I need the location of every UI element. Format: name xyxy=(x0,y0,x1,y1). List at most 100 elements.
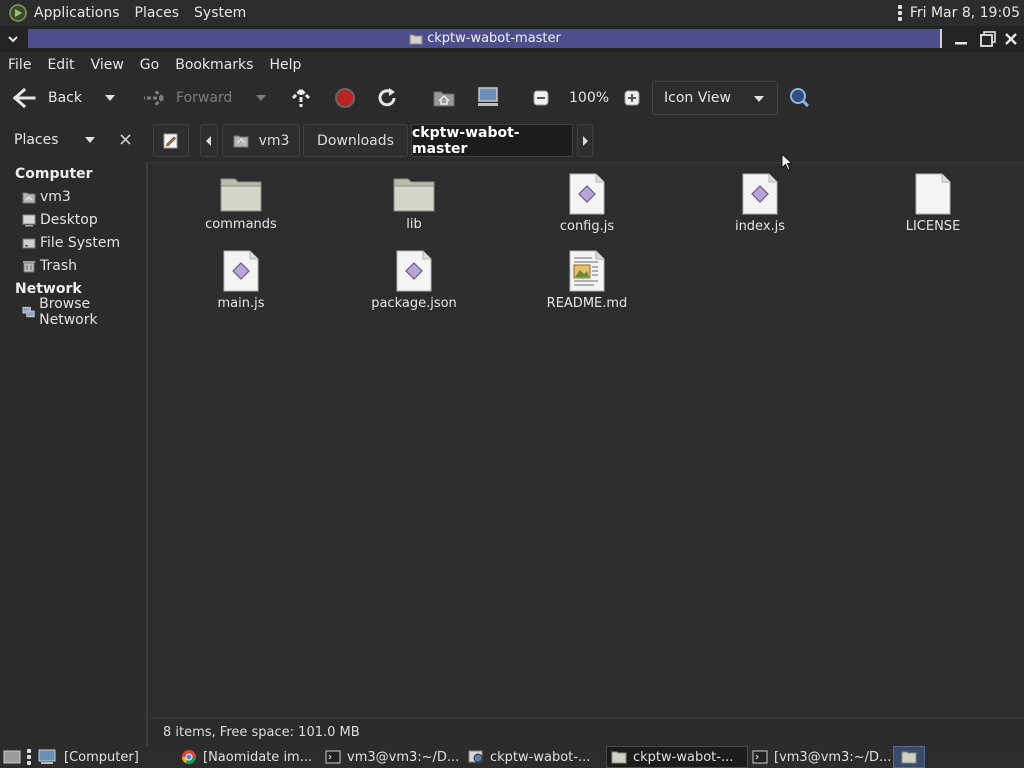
chevron-right-icon xyxy=(583,135,588,146)
taskbar-item-current-window[interactable]: ckptw-wabot-... xyxy=(606,746,748,768)
zoom-level[interactable]: 100% xyxy=(569,86,609,110)
sidebar-item-desktop[interactable]: Desktop xyxy=(22,209,98,231)
file-item-lib[interactable]: lib xyxy=(354,173,474,232)
script-file-icon xyxy=(742,173,778,215)
crumb-vm3[interactable]: vm3 xyxy=(222,124,300,157)
top-panel: Applications Places System Fri Mar 8, 19… xyxy=(0,0,1024,26)
sidebar-mode-dropdown-icon[interactable] xyxy=(84,136,96,144)
chevron-down-icon xyxy=(8,36,18,43)
folder-icon xyxy=(220,178,262,212)
sidebar-item-trash[interactable]: Trash xyxy=(22,255,77,277)
taskbar-item-terminal-2[interactable]: [vm3@vm3:~/D... xyxy=(752,746,892,768)
bottom-panel: [Computer] [Naomidate im... vm3@vm3:~/D.… xyxy=(0,746,1024,768)
close-button[interactable] xyxy=(1001,29,1021,49)
crumb-label: ckptw-wabot-master xyxy=(412,124,520,157)
zoom-out-button[interactable] xyxy=(533,89,549,107)
reload-button[interactable] xyxy=(376,86,398,110)
crumb-scroll-right-button[interactable] xyxy=(577,124,593,157)
computer-icon xyxy=(478,87,498,106)
file-item-package-json[interactable]: package.json xyxy=(354,250,474,311)
up-button[interactable] xyxy=(290,86,312,110)
workspace-switcher[interactable] xyxy=(893,746,925,768)
maximize-button[interactable] xyxy=(978,29,998,49)
window-titlebar[interactable]: ckptw-wabot-master xyxy=(0,26,1024,52)
taskbar-item-browser[interactable]: [Naomidate im... xyxy=(181,746,321,768)
sidebar-item-label: vm3 xyxy=(40,189,71,205)
view-mode-label: Icon View xyxy=(664,90,731,106)
file-item-commands[interactable]: commands xyxy=(181,173,301,232)
folder-icon xyxy=(901,751,917,764)
window-menu-button[interactable] xyxy=(2,28,24,50)
file-manager-icon xyxy=(468,750,484,765)
taskbar-item-file-manager[interactable]: ckptw-wabot-... xyxy=(468,746,604,768)
home-button[interactable] xyxy=(433,86,455,110)
close-sidebar-icon[interactable] xyxy=(120,134,131,145)
help-menu[interactable]: Help xyxy=(261,57,309,73)
file-view[interactable]: commands lib config.js index.js LICENSE … xyxy=(150,153,1024,718)
minimize-button[interactable] xyxy=(951,29,971,49)
file-item-readme-md[interactable]: README.md xyxy=(527,250,647,311)
toggle-location-entry-button[interactable] xyxy=(153,124,189,157)
minimize-icon xyxy=(955,42,967,45)
home-folder-icon xyxy=(22,192,36,203)
folder-icon xyxy=(393,178,435,212)
sidebar-item-browse-network[interactable]: Browse Network xyxy=(22,296,146,328)
panel-options-icon[interactable] xyxy=(897,5,902,21)
trash-icon xyxy=(23,260,35,272)
stop-button[interactable] xyxy=(334,86,356,110)
file-name: LICENSE xyxy=(905,219,961,234)
sidebar: Computer vm3 Desktop File System Trash N… xyxy=(0,162,148,746)
view-menu[interactable]: View xyxy=(83,57,132,73)
computer-button[interactable] xyxy=(477,85,499,109)
desktop-icon xyxy=(22,214,36,226)
sidebar-item-vm3[interactable]: vm3 xyxy=(22,186,71,208)
system-menu[interactable]: System xyxy=(194,5,255,21)
edit-menu[interactable]: Edit xyxy=(39,57,82,73)
taskbar-item-computer[interactable]: [Computer] xyxy=(38,746,178,768)
show-desktop-icon[interactable] xyxy=(3,749,21,765)
taskbar-item-terminal-1[interactable]: vm3@vm3:~/D... xyxy=(325,746,465,768)
zoom-in-button[interactable] xyxy=(624,89,640,107)
crumb-downloads[interactable]: Downloads xyxy=(303,124,408,157)
file-item-index-js[interactable]: index.js xyxy=(700,173,820,234)
applications-menu[interactable]: Applications xyxy=(34,5,129,21)
file-item-license[interactable]: LICENSE xyxy=(873,173,993,234)
view-mode-select[interactable]: Icon View xyxy=(652,81,778,115)
file-menu[interactable]: File xyxy=(0,57,39,73)
search-button[interactable] xyxy=(788,86,810,110)
back-history-button[interactable] xyxy=(104,86,116,110)
places-menu[interactable]: Places xyxy=(135,5,189,21)
file-item-config-js[interactable]: config.js xyxy=(527,173,647,234)
panel-handle-icon[interactable] xyxy=(27,749,31,765)
distro-logo-icon[interactable] xyxy=(8,3,28,23)
sidebar-item-file-system[interactable]: File System xyxy=(22,232,120,254)
script-file-icon xyxy=(569,173,605,215)
mouse-pointer-icon xyxy=(781,153,793,171)
crumb-scroll-left-button[interactable] xyxy=(200,124,218,157)
title-area[interactable]: ckptw-wabot-master xyxy=(28,29,942,48)
taskbar-item-label: [vm3@vm3:~/D... xyxy=(774,749,892,765)
forward-button[interactable]: Forward xyxy=(140,86,232,110)
sidebar-mode-label[interactable]: Places xyxy=(14,132,59,148)
dropdown-arrow-icon xyxy=(256,95,266,101)
script-file-icon xyxy=(223,250,259,292)
up-arrow-icon xyxy=(291,88,311,107)
stop-icon xyxy=(335,88,355,108)
terminal-icon xyxy=(752,750,768,764)
taskbar-item-label: vm3@vm3:~/D... xyxy=(347,749,460,765)
toolbar: Back Forward 100% Icon View xyxy=(0,78,1024,118)
clock[interactable]: Fri Mar 8, 19:05 xyxy=(910,5,1020,21)
zoom-out-icon xyxy=(533,90,549,106)
crumb-current-folder[interactable]: ckptw-wabot-master xyxy=(411,124,573,157)
window-title: ckptw-wabot-master xyxy=(427,31,561,46)
back-button[interactable]: Back xyxy=(12,86,82,110)
forward-history-button[interactable] xyxy=(255,86,267,110)
chevron-down-icon xyxy=(754,96,764,102)
document-file-icon xyxy=(569,250,605,292)
sidebar-section-network: Network xyxy=(15,281,82,297)
chevron-left-icon xyxy=(206,135,211,146)
file-item-main-js[interactable]: main.js xyxy=(181,250,301,311)
script-file-icon xyxy=(396,250,432,292)
go-menu[interactable]: Go xyxy=(132,57,167,73)
bookmarks-menu[interactable]: Bookmarks xyxy=(167,57,261,73)
